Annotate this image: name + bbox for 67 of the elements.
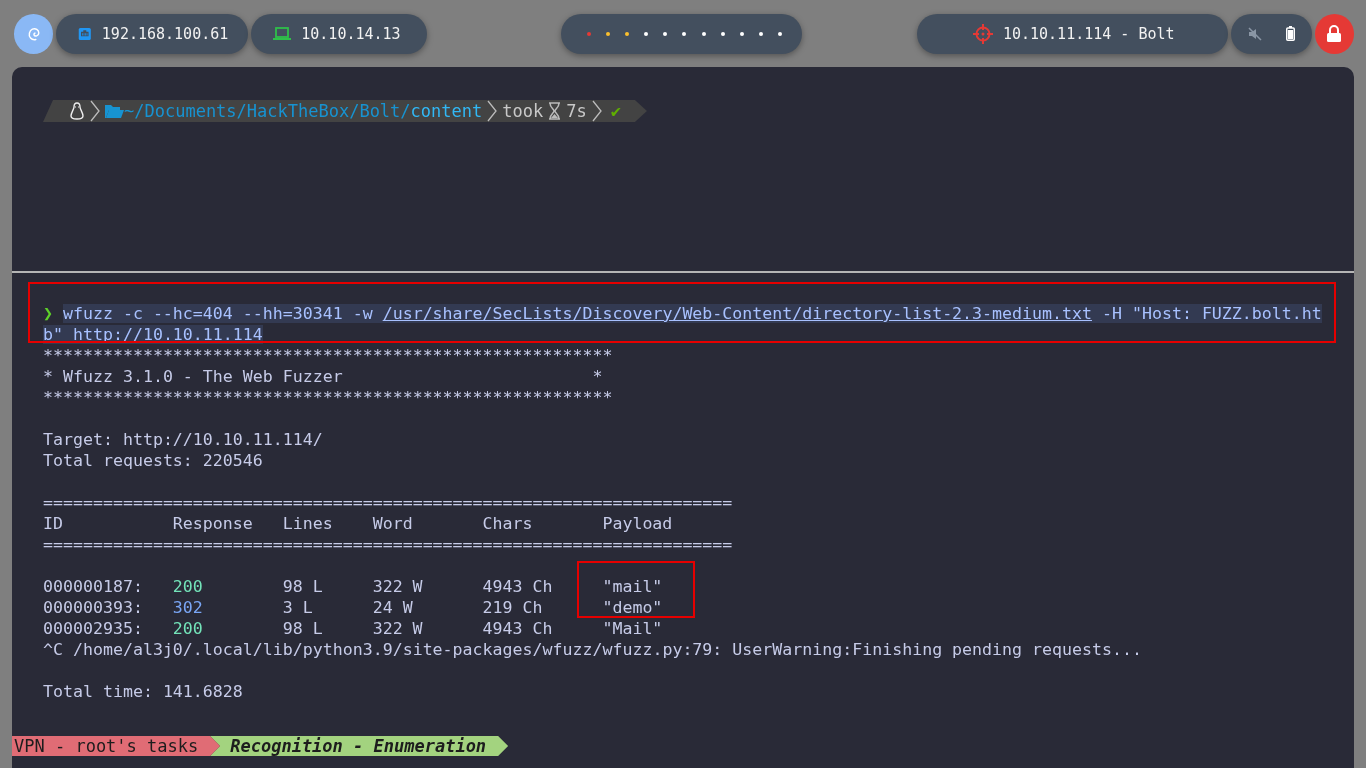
column-header: ID <box>43 513 64 534</box>
workspace-dot[interactable] <box>605 31 610 36</box>
laptop-icon <box>273 26 292 41</box>
folder-icon <box>105 103 124 119</box>
table-cell-text: 322 W <box>372 576 424 597</box>
workspace-dot[interactable] <box>682 31 687 36</box>
window-tab[interactable]: Recognition - Enumeration <box>210 736 509 756</box>
prompt-symbol: ❯ <box>43 303 54 324</box>
table-cell-text: 98 L <box>282 618 324 639</box>
chevron-icon <box>90 100 100 122</box>
table-cell: "Mail" <box>602 618 663 639</box>
table-cell: "demo" <box>602 597 663 618</box>
workspace-dot[interactable] <box>778 31 783 36</box>
session-segment: VPN - root's tasks <box>12 736 221 756</box>
column-header: Payload <box>602 513 673 534</box>
took-label: took <box>502 101 544 121</box>
menu-button[interactable] <box>14 13 54 54</box>
column-header: Response <box>172 513 254 534</box>
workspace-dot[interactable] <box>644 31 649 36</box>
table-cell-text: 302 <box>172 597 204 618</box>
table-cell: "mail" <box>602 576 663 597</box>
table-cell-text: 200 <box>172 576 204 597</box>
battery-icon[interactable] <box>1286 26 1295 41</box>
duration: 7s <box>566 101 587 121</box>
lock-button[interactable] <box>1314 13 1355 54</box>
workspace-dot[interactable] <box>720 31 725 36</box>
table-cell-text: 4943 Ch <box>482 618 554 639</box>
directory-path: ~/Documents/HackTheBox/Bolt/ <box>124 101 411 121</box>
hourglass-icon <box>548 102 562 120</box>
table-cell-text: 4943 Ch <box>482 576 554 597</box>
crosshair-icon <box>972 23 993 44</box>
table-cell-text: 000000393: <box>43 597 144 618</box>
banner-line: * Wfuzz 3.1.0 - The Web Fuzzer * <box>43 366 604 387</box>
column-header: Lines <box>282 513 334 534</box>
chevron-icon <box>487 100 498 122</box>
warning-line: ^C /home/al3j0/.local/lib/python3.9/site-packages/wfuzz/wfuzz.py:79: UserWarning:Finishing pending requests... <box>43 639 1143 660</box>
workspace-dot[interactable] <box>739 31 744 36</box>
table-cell-text: 322 W <box>372 618 424 639</box>
workspace-dot[interactable] <box>586 31 591 36</box>
rule-line: ===================================================================== <box>43 534 734 555</box>
column-header: Word <box>372 513 414 534</box>
column-header: Chars <box>482 513 534 534</box>
table-cell-text: 000002935: <box>43 618 144 639</box>
workspace-dot[interactable] <box>625 31 630 36</box>
table-cell-text: 98 L <box>282 576 324 597</box>
table-cell-text: 000000187: <box>43 576 144 597</box>
target-label: 10.10.11.114 - Bolt <box>1002 24 1175 43</box>
table-cell-text: 24 W <box>372 597 414 618</box>
table-cell-text: 219 Ch <box>482 597 544 618</box>
banner-line: ********************************************************* <box>43 387 614 408</box>
banner-line: ********************************************************* <box>43 345 614 366</box>
workspace-dot[interactable] <box>758 31 763 36</box>
ip-address: 10.10.14.13 <box>301 24 401 43</box>
output-line: Target: http://10.10.11.114/ <box>43 429 324 450</box>
ip-address: 192.168.100.61 <box>101 24 229 43</box>
output-line: Total time: 141.6828 <box>43 681 244 702</box>
muted-speaker-icon[interactable] <box>1248 26 1262 41</box>
table-cell-text: 200 <box>172 618 204 639</box>
lock-icon <box>1326 25 1343 42</box>
chevron-icon <box>591 100 602 122</box>
workspace-dot[interactable] <box>663 31 668 36</box>
rule-line: ===================================================================== <box>43 492 734 513</box>
workspace-dot[interactable] <box>701 31 706 36</box>
output-line: Total requests: 220546 <box>43 450 264 471</box>
table-cell-text: 3 L <box>282 597 314 618</box>
current-directory: content <box>410 101 483 121</box>
success-mark: ✔ <box>610 101 621 121</box>
